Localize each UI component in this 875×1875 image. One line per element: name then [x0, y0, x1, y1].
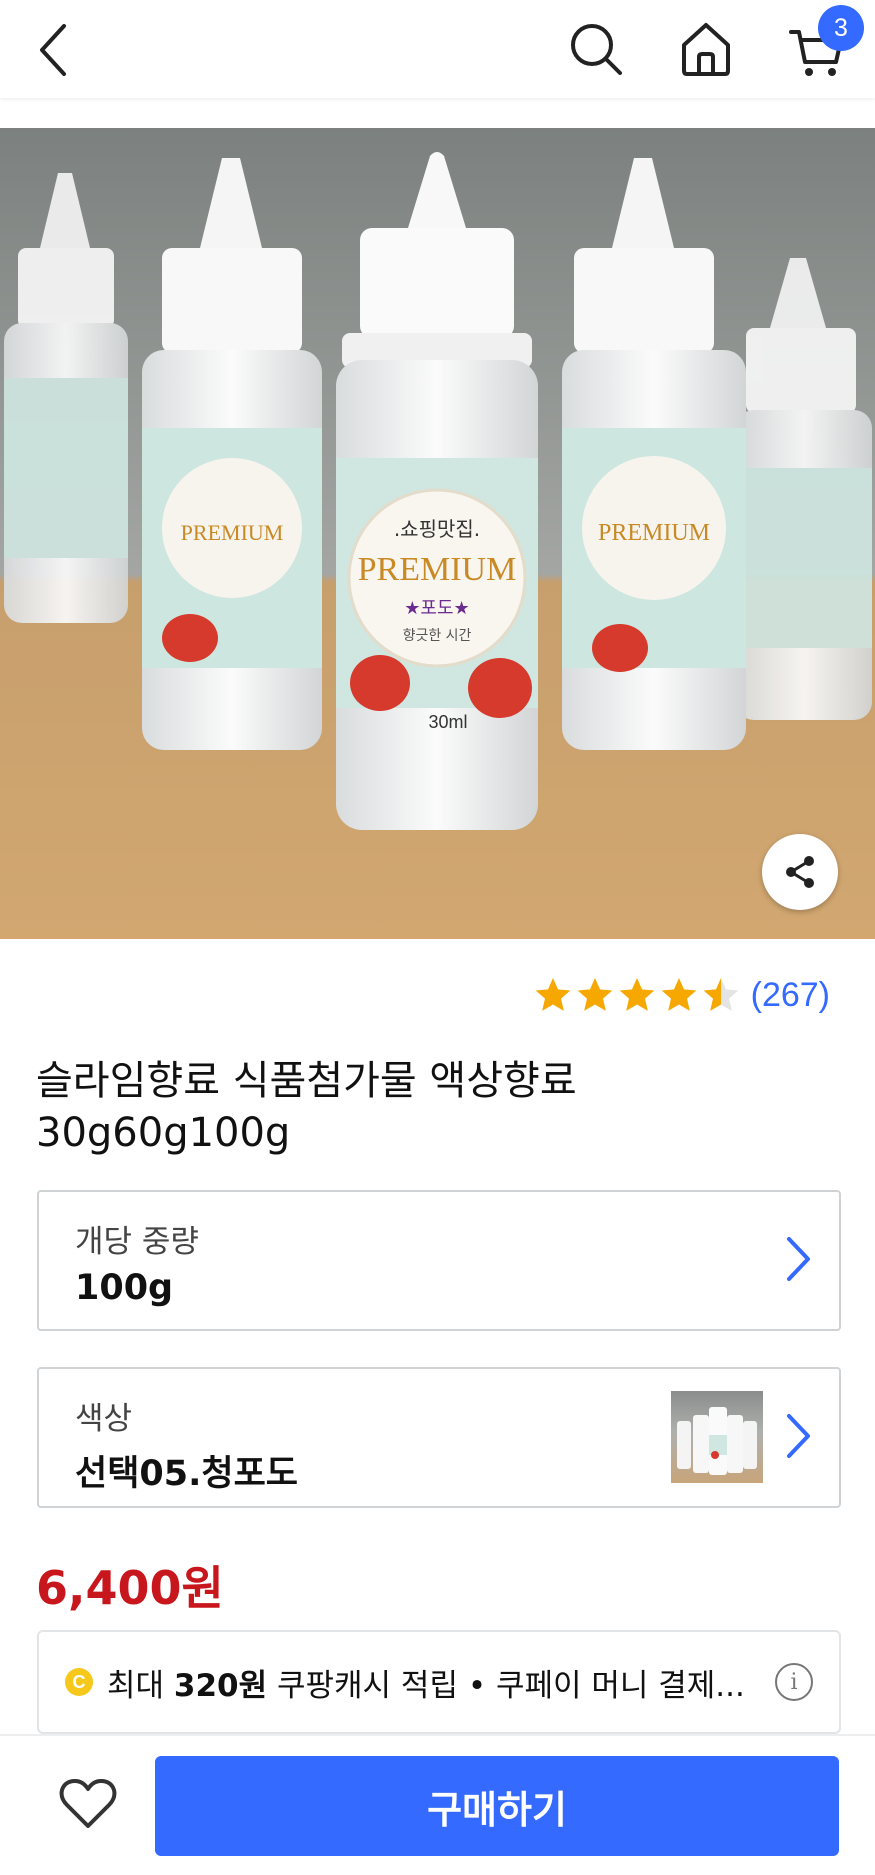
back-button[interactable]: [28, 18, 78, 82]
search-button[interactable]: [565, 18, 627, 80]
svg-text:PREMIUM: PREMIUM: [181, 520, 284, 545]
rating-summary[interactable]: (267): [533, 975, 830, 1015]
search-icon: [571, 24, 622, 75]
bottle-name: PREMIUM: [358, 551, 517, 588]
star-icon: [619, 978, 654, 1011]
option-weight-value: 100g: [75, 1268, 174, 1308]
buy-button[interactable]: 구매하기: [155, 1756, 839, 1856]
info-icon[interactable]: i: [775, 1663, 813, 1701]
star-icon: [661, 978, 696, 1011]
half-star-icon: [703, 978, 738, 1011]
top-bar: 3: [0, 0, 875, 98]
wishlist-button[interactable]: [50, 1766, 126, 1842]
chevron-right-icon: [787, 1237, 810, 1281]
product-photo: PREMIUM PREMIUM .쇼핑맛집. PREMIUM ★포도★ 향긋한 …: [0, 128, 875, 939]
heart-icon: [59, 1779, 117, 1828]
product-image[interactable]: PREMIUM PREMIUM .쇼핑맛집. PREMIUM ★포도★ 향긋한 …: [0, 128, 875, 939]
bottle-brand: .쇼핑맛집.: [394, 517, 480, 541]
home-button[interactable]: [675, 18, 737, 80]
svg-text:PREMIUM: PREMIUM: [598, 520, 710, 546]
cash-benefit-banner[interactable]: C 최대 320원 쿠팡캐시 적립 • 쿠페이 머니 결제... i: [37, 1630, 841, 1734]
cash-benefit-text: 최대 320원 쿠팡캐시 적립 • 쿠페이 머니 결제...: [107, 1668, 745, 1704]
option-color-thumbnail: [671, 1391, 763, 1483]
product-title-line1: 슬라임향료 식품첨가물 액상향료: [36, 1058, 577, 1104]
option-weight-selector[interactable]: 개당 중량 100g: [37, 1190, 841, 1331]
bottom-action-bar: 구매하기: [0, 1734, 875, 1875]
bottle-flavor: ★포도★: [404, 598, 469, 619]
review-count[interactable]: (267): [751, 976, 830, 1015]
home-icon: [682, 23, 730, 76]
chevron-left-icon: [40, 24, 66, 76]
share-icon: [786, 856, 814, 888]
option-weight-label: 개당 중량: [75, 1224, 199, 1260]
chevron-right-icon: [787, 1414, 810, 1458]
bottle-volume: 30ml: [428, 712, 467, 732]
cart-count-badge: 3: [818, 5, 864, 51]
option-color-value: 선택05.청포도: [75, 1454, 299, 1494]
option-color-selector[interactable]: 색상 선택05.청포도: [37, 1367, 841, 1508]
product-title: 슬라임향료 식품첨가물 액상향료 30g60g100g: [36, 1055, 836, 1159]
bottle-slogan: 향긋한 시간: [403, 628, 472, 644]
star-icon: [535, 978, 570, 1011]
product-title-line2: 30g60g100g: [36, 1110, 291, 1156]
share-button[interactable]: [762, 834, 838, 910]
star-rating: [533, 975, 741, 1015]
option-color-label: 색상: [75, 1401, 133, 1437]
product-price: 6,400원: [36, 1561, 224, 1615]
star-icon: [577, 978, 612, 1011]
coupang-cash-icon: C: [65, 1668, 93, 1696]
